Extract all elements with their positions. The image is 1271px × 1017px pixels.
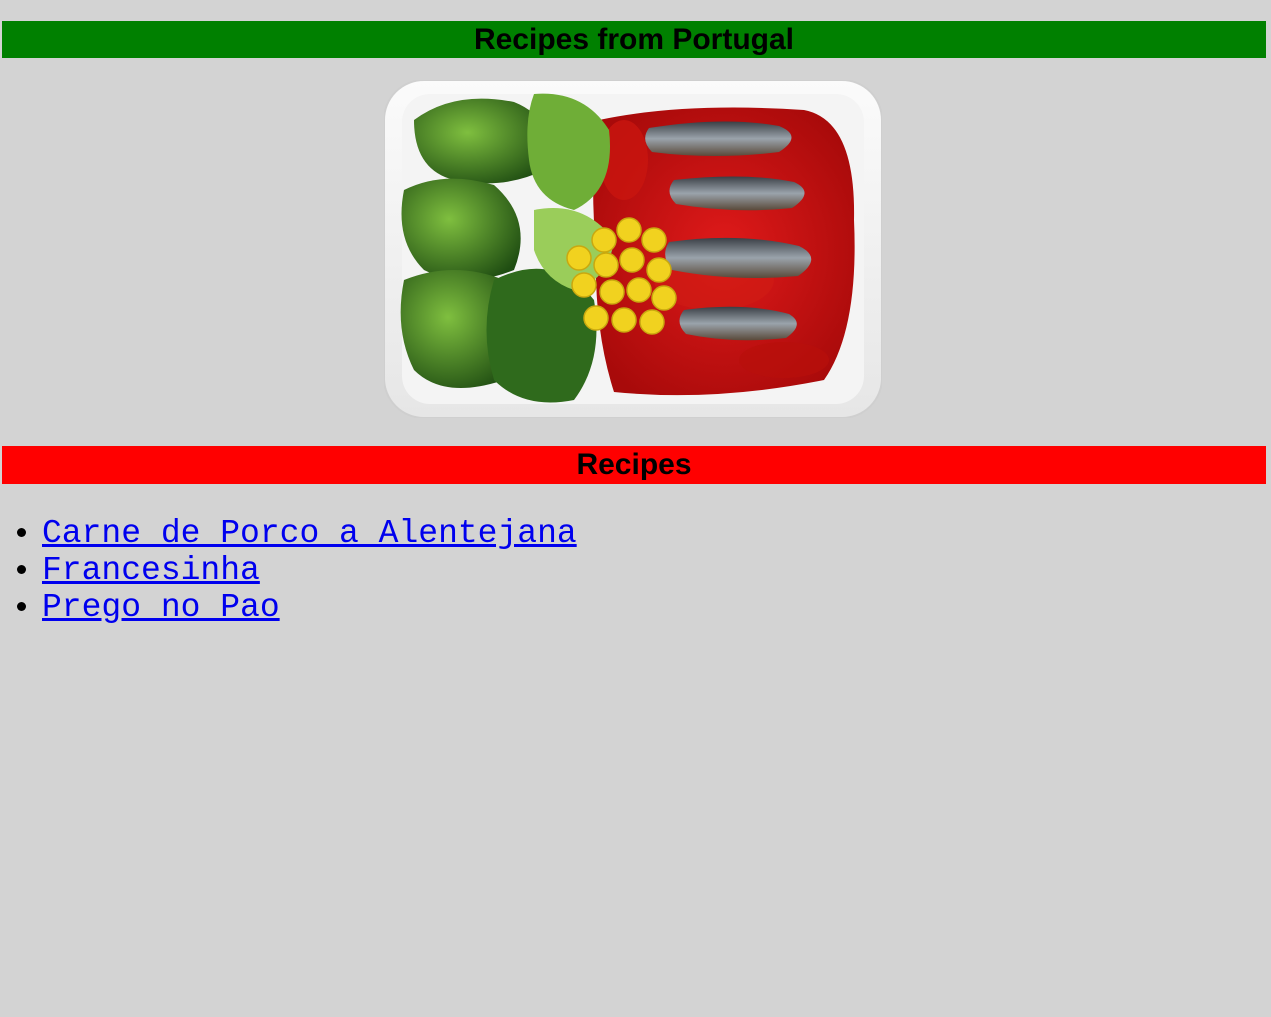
dish-illustration: [383, 79, 883, 419]
dish-photo: [383, 79, 883, 419]
list-item: Francesinha: [42, 552, 577, 589]
list-item: Carne de Porco a Alentejana: [42, 515, 577, 552]
page-title: Recipes from Portugal: [2, 21, 1266, 58]
recipes-heading: Recipes: [2, 446, 1266, 484]
recipe-link-carne-de-porco[interactable]: Carne de Porco a Alentejana: [42, 515, 577, 552]
recipe-link-francesinha[interactable]: Francesinha: [42, 552, 260, 589]
recipe-link-prego-no-pao[interactable]: Prego no Pao: [42, 589, 280, 626]
recipe-list: Carne de Porco a Alentejana Francesinha …: [0, 515, 577, 626]
list-item: Prego no Pao: [42, 589, 577, 626]
